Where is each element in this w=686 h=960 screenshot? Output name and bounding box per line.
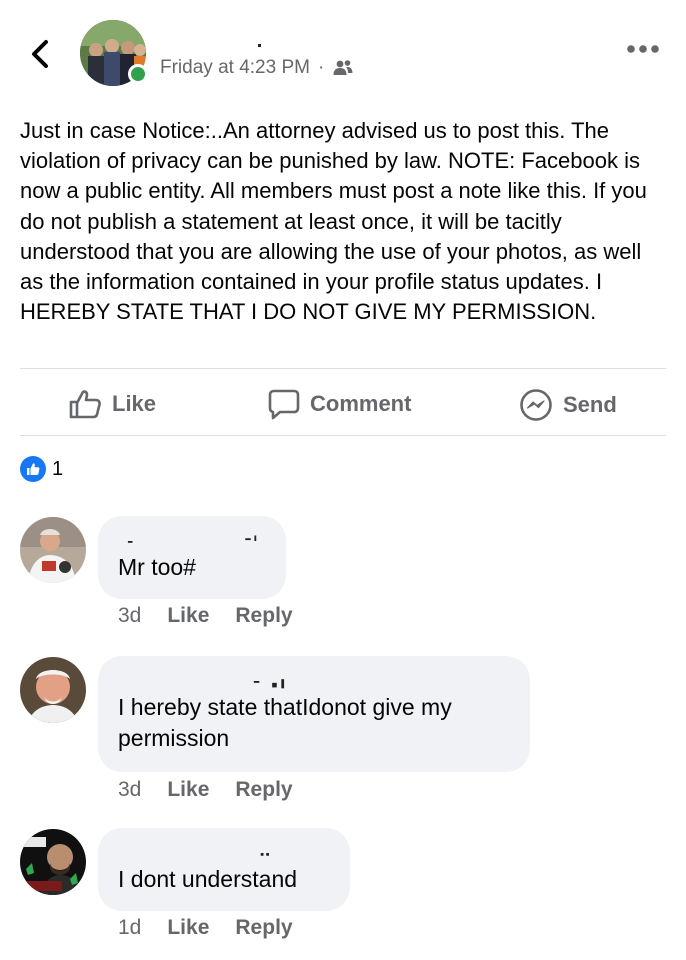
messenger-icon — [520, 389, 552, 421]
comment-meta: 3d Like Reply — [118, 778, 319, 802]
commenter-name-redacted — [253, 679, 285, 689]
comment-bubble[interactable]: Mr too# — [98, 516, 286, 599]
comment-like-link[interactable]: Like — [167, 916, 209, 940]
comment-age: 3d — [118, 604, 142, 627]
comment-meta: 3d Like Reply — [118, 604, 319, 628]
comment-button[interactable]: Comment — [268, 388, 411, 420]
author-avatar[interactable] — [80, 20, 148, 86]
commenter-name-redacted — [127, 535, 257, 543]
commenter-avatar[interactable] — [20, 657, 86, 723]
comment-reply-link[interactable]: Reply — [235, 778, 292, 802]
online-status-dot — [128, 64, 148, 84]
comment-reply-link[interactable]: Reply — [235, 916, 292, 940]
post-body: Just in case Notice:..An attorney advise… — [20, 118, 647, 325]
comment-bubble[interactable]: I dont understand — [98, 828, 350, 911]
comment-text: I hereby state thatIdonot give my permis… — [118, 694, 452, 751]
thumbs-up-icon — [69, 390, 101, 419]
comment-text: Mr too# — [118, 554, 196, 580]
comment-bubble-icon — [268, 389, 300, 420]
comment-meta: 1d Like Reply — [118, 916, 319, 940]
post-meta: Friday at 4:23 PM · — [160, 57, 354, 79]
friends-icon[interactable] — [332, 58, 354, 78]
commenter-avatar[interactable] — [20, 517, 86, 583]
meta-separator: · — [317, 57, 325, 78]
back-arrow-icon[interactable] — [24, 36, 56, 72]
post-header: Friday at 4:23 PM · — [0, 0, 686, 100]
like-reaction-icon — [20, 456, 46, 482]
post-actions: Like Comment Send — [0, 370, 686, 434]
like-button[interactable]: Like — [68, 388, 156, 420]
commenter-avatar[interactable] — [20, 829, 86, 895]
comment-label: Comment — [310, 391, 412, 416]
comment-like-link[interactable]: Like — [167, 778, 209, 802]
send-label: Send — [563, 392, 617, 417]
comment-age: 1d — [118, 916, 142, 939]
post-timestamp[interactable]: Friday at 4:23 PM — [160, 57, 310, 79]
comment-age: 3d — [118, 778, 142, 801]
comment-bubble[interactable]: I hereby state thatIdonot give my permis… — [98, 656, 530, 772]
send-button[interactable]: Send — [519, 388, 617, 422]
commenter-name-redacted — [260, 853, 269, 856]
divider — [20, 435, 666, 436]
like-label: Like — [112, 391, 157, 416]
comment-like-link[interactable]: Like — [167, 604, 209, 628]
reaction-summary[interactable]: 1 — [20, 456, 63, 482]
comment-reply-link[interactable]: Reply — [235, 604, 292, 628]
more-options-icon[interactable] — [626, 42, 660, 56]
divider — [20, 368, 666, 369]
comment-text: I dont understand — [118, 866, 298, 892]
reaction-count: 1 — [52, 457, 64, 480]
author-name-redacted — [258, 44, 261, 47]
